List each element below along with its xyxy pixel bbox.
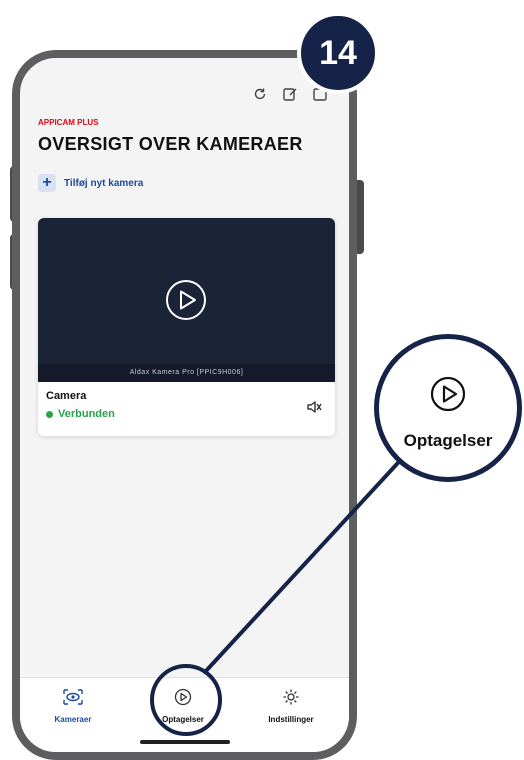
add-camera-label: Tilføj nyt kamera	[64, 177, 144, 189]
app-kicker: APPICAM PLUS	[38, 118, 99, 127]
add-camera-button[interactable]: + Tilføj nyt kamera	[38, 174, 143, 192]
camera-card[interactable]: Aldax Kamera Pro [PPIC9H006] Camera Verb…	[38, 218, 335, 436]
plus-icon: +	[38, 174, 56, 192]
camera-preview[interactable]: Aldax Kamera Pro [PPIC9H006]	[38, 218, 335, 382]
step-number-badge: 14	[297, 12, 379, 94]
status-dot	[46, 410, 53, 418]
tab-label: Indstillinger	[268, 715, 314, 724]
home-indicator	[140, 740, 230, 744]
edit-icon[interactable]	[282, 86, 298, 107]
gear-icon	[282, 689, 300, 710]
status-text: Verbunden	[58, 408, 115, 420]
camera-name: Camera	[46, 390, 87, 402]
zoom-callout: Optagelser	[374, 334, 522, 482]
phone-frame: APPICAM PLUS OVERSIGT OVER KAMERAER + Ti…	[12, 50, 357, 760]
tab-indstillinger[interactable]: Indstillinger	[246, 688, 336, 724]
tab-kameraer[interactable]: Kameraer	[28, 688, 118, 724]
play-circle-icon[interactable]	[164, 278, 208, 327]
mute-icon[interactable]	[305, 398, 323, 421]
tab-highlight-circle	[150, 664, 222, 736]
page-title: OVERSIGT OVER KAMERAER	[38, 134, 303, 154]
tab-label: Kameraer	[54, 715, 92, 724]
eye-icon	[62, 689, 84, 710]
refresh-icon[interactable]	[252, 86, 268, 107]
status-badge: Verbunden	[46, 408, 115, 420]
callout-label: Optagelser	[403, 431, 493, 450]
top-toolbar	[252, 86, 328, 107]
device-label: Aldax Kamera Pro [PPIC9H006]	[38, 364, 335, 382]
play-circle-icon	[429, 375, 467, 418]
